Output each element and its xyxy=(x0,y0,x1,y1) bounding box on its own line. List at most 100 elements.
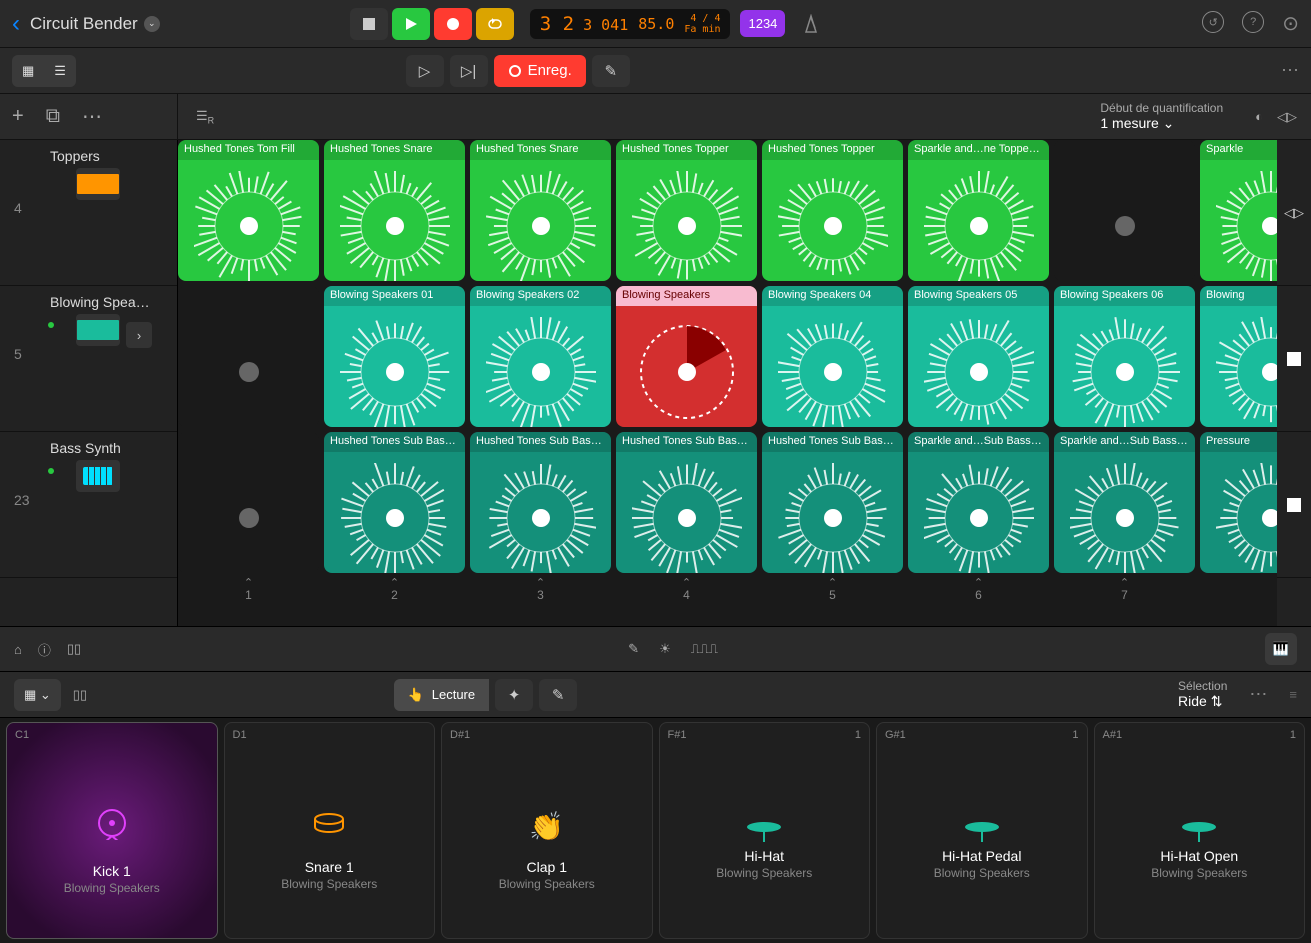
pad-control-bar: ▦ ⌄ ▯▯ 👆 Lecture ✦ ✎ Sélection Ride ⇅ ⋯ … xyxy=(0,672,1311,718)
duplicate-track-button[interactable]: ⧉ xyxy=(46,105,60,128)
scene-trigger[interactable]: 3 xyxy=(470,578,611,610)
clip-cell[interactable]: Blowing Speakers xyxy=(616,286,757,427)
clip-cell[interactable]: Hushed Tones Snare xyxy=(324,140,465,281)
pad-edit-icon[interactable]: ✎ xyxy=(539,679,577,711)
scene-trigger[interactable]: 6 xyxy=(908,578,1049,610)
record-button[interactable] xyxy=(434,8,472,40)
list-view-button[interactable]: ☰ xyxy=(44,55,76,87)
loop-button[interactable] xyxy=(476,8,514,40)
clip-cell[interactable]: Blowing Speakers 06 xyxy=(1054,286,1195,427)
drum-pad[interactable]: D#1👏Clap 1Blowing Speakers xyxy=(441,722,653,939)
scene-trigger[interactable]: 5 xyxy=(762,578,903,610)
track-header-toppers[interactable]: 4 Toppers xyxy=(0,140,177,286)
count-in-button[interactable]: 1234 xyxy=(740,10,785,37)
drum-pad[interactable]: C1Kick 1Blowing Speakers xyxy=(6,722,218,939)
help-icon[interactable]: ? xyxy=(1242,11,1264,33)
panels-icon[interactable]: ▯▯ xyxy=(67,641,81,657)
stop-button[interactable] xyxy=(350,8,388,40)
toolbar-more-icon[interactable]: ⋯ xyxy=(1281,60,1299,81)
scene-play-all[interactable]: ◁▷ xyxy=(1277,140,1311,286)
synth-icon xyxy=(76,460,120,492)
pad-more-icon[interactable]: ⋯ xyxy=(1249,684,1267,705)
info-icon[interactable]: ⓘ xyxy=(38,640,51,659)
clip-empty-slot xyxy=(1054,170,1195,281)
lcd-display[interactable]: 3 2 3 041 85.0 4 / 4Fa min xyxy=(530,9,731,39)
play-next-button[interactable]: ▷| xyxy=(450,55,488,87)
clip-cell[interactable]: Hushed Tones Topper xyxy=(762,140,903,281)
expand-track-button[interactable]: › xyxy=(126,322,152,348)
play-from-button[interactable]: ▷ xyxy=(406,55,444,87)
clip-cell[interactable]: Sparkle and…Sub Bass 01 xyxy=(908,432,1049,573)
contrast-icon[interactable]: ◐ xyxy=(1255,109,1263,124)
edit-pencil-button[interactable]: ✎ xyxy=(592,55,630,87)
drum-machine-icon xyxy=(76,168,120,200)
inbox-icon[interactable]: ⌂ xyxy=(14,642,22,657)
pad-panels-icon[interactable]: ▯▯ xyxy=(73,687,87,703)
metronome-button[interactable] xyxy=(795,8,827,40)
track-header-bass[interactable]: 23 Bass Synth xyxy=(0,432,177,578)
position-bars: 3 2 xyxy=(540,13,574,35)
track-more-icon[interactable]: ⋯ xyxy=(82,104,102,129)
clip-cell[interactable]: Hushed Tones Sub Bass 02 xyxy=(616,432,757,573)
keyboard-view-button[interactable]: 🎹 xyxy=(1265,633,1297,665)
drum-pad[interactable]: F#11Hi-HatBlowing Speakers xyxy=(659,722,871,939)
back-button[interactable]: ‹ xyxy=(12,10,20,38)
clip-cell[interactable]: Blowing Speakers 02 xyxy=(470,286,611,427)
pad-note: D1 xyxy=(233,729,247,741)
pad-kit: Blowing Speakers xyxy=(716,866,812,880)
clip-cell[interactable]: Blowing Speakers 05 xyxy=(908,286,1049,427)
drum-pad[interactable]: G#11Hi-Hat PedalBlowing Speakers xyxy=(876,722,1088,939)
selection-control[interactable]: Sélection Ride ⇅ xyxy=(1178,679,1227,710)
target-icon[interactable]: ✦ xyxy=(495,679,533,711)
clip-cell[interactable]: Sparkle xyxy=(1200,140,1277,281)
scene-trigger[interactable]: 4 xyxy=(616,578,757,610)
mixer-icon[interactable]: ⎍⎍⎍ xyxy=(691,641,718,657)
track-name: Toppers xyxy=(50,148,167,164)
undo-icon[interactable]: ↺ xyxy=(1202,11,1224,33)
scene-stop[interactable] xyxy=(1277,432,1311,578)
clip-cell[interactable]: Sparkle and…Sub Bass 01 xyxy=(1054,432,1195,573)
top-right-icons: ↺ ? ⊙ xyxy=(1202,11,1299,36)
pad-drag-icon[interactable]: ≡ xyxy=(1289,687,1297,702)
drum-pad[interactable]: D1Snare 1Blowing Speakers xyxy=(224,722,436,939)
clip-cell[interactable]: Sparkle and…ne Topper 02 xyxy=(908,140,1049,281)
clip-cell[interactable]: Hushed Tones Snare xyxy=(470,140,611,281)
clip-cell[interactable]: Hushed Tones Tom Fill xyxy=(178,140,319,281)
brightness-icon[interactable]: ☀ xyxy=(659,641,671,657)
clip-cell[interactable]: Blowing Speakers 04 xyxy=(762,286,903,427)
clip-cell[interactable]: Blowing Speakers 01 xyxy=(324,286,465,427)
drum-pad[interactable]: A#11Hi-Hat OpenBlowing Speakers xyxy=(1094,722,1306,939)
project-title[interactable]: Circuit Bender ⌄ xyxy=(30,14,160,34)
clip-cell[interactable] xyxy=(178,286,319,427)
chevron-down-icon[interactable]: ⌄ xyxy=(144,16,160,32)
scene-stop[interactable] xyxy=(1277,286,1311,432)
clip-cell[interactable]: Hushed Tones Sub Bass 02 xyxy=(324,432,465,573)
grid-view-button[interactable]: ▦ xyxy=(12,55,44,87)
clip-cell[interactable]: Blowing xyxy=(1200,286,1277,427)
pencil-icon[interactable]: ✎ xyxy=(628,641,639,657)
add-track-button[interactable]: + xyxy=(12,105,24,128)
clip-cell[interactable]: Pressure xyxy=(1200,432,1277,573)
play-button[interactable] xyxy=(392,8,430,40)
lecture-button[interactable]: 👆 Lecture xyxy=(394,679,490,711)
clip-cell[interactable]: Hushed Tones Sub Bass 02 xyxy=(762,432,903,573)
expand-icon[interactable]: ◁▷ xyxy=(1277,109,1297,125)
quantize-control[interactable]: Début de quantification 1 mesure ⌄ xyxy=(1100,101,1241,132)
clip-cell[interactable] xyxy=(178,432,319,573)
clip-cell[interactable]: Hushed Tones Topper xyxy=(616,140,757,281)
pad-grid-button[interactable]: ▦ ⌄ xyxy=(14,679,61,711)
pad-instrument-icon xyxy=(95,806,129,847)
session-record-button[interactable]: Enreg. xyxy=(494,55,586,87)
pad-name: Hi-Hat Pedal xyxy=(942,848,1021,864)
region-settings-icon[interactable]: ☰R xyxy=(178,108,232,126)
track-active-dot xyxy=(48,322,54,328)
clip-cell[interactable]: Hushed Tones Sub Bass 02 xyxy=(470,432,611,573)
scene-trigger[interactable]: 2 xyxy=(324,578,465,610)
clip-title: Blowing Speakers 02 xyxy=(470,286,611,306)
more-icon[interactable]: ⊙ xyxy=(1282,11,1299,36)
track-header-blowing[interactable]: 5 Blowing Spea… › xyxy=(0,286,177,432)
scene-trigger[interactable]: 7 xyxy=(1054,578,1195,610)
clip-cell[interactable] xyxy=(1054,140,1195,281)
scene-trigger[interactable]: 1 xyxy=(178,578,319,610)
clip-waveform xyxy=(908,316,1049,427)
